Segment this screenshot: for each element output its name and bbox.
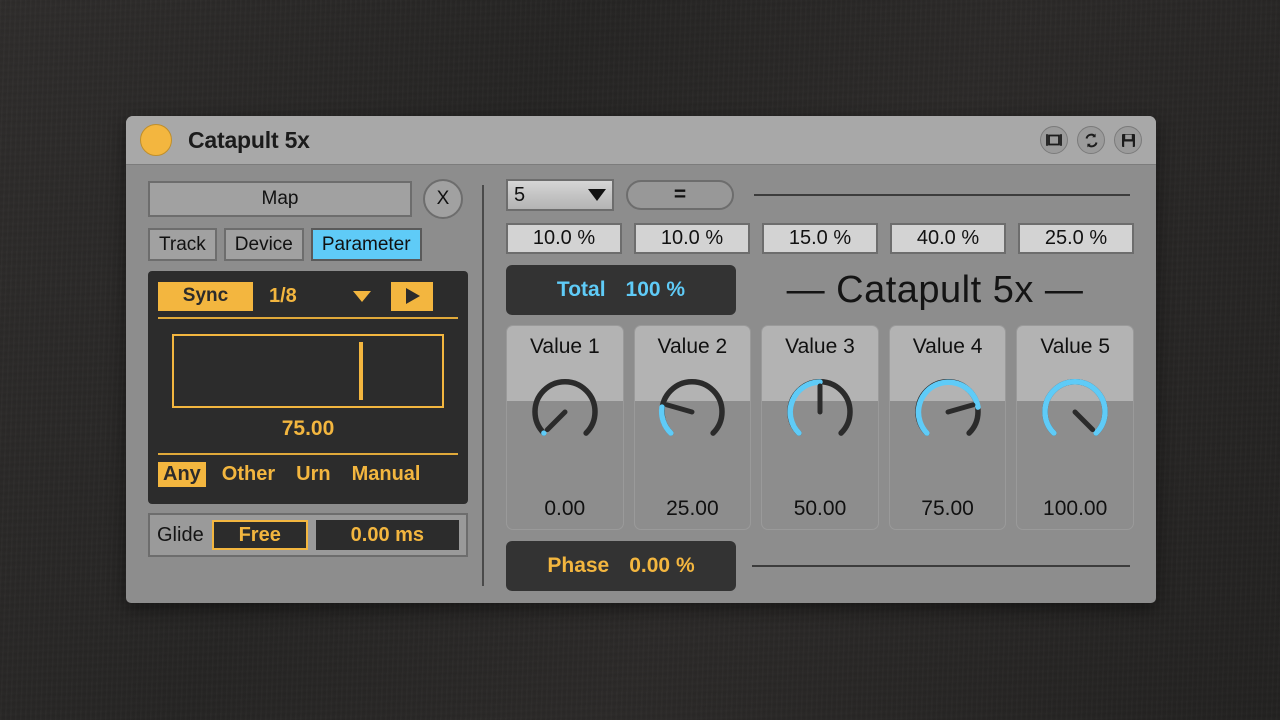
percent-field-4[interactable]: 40.0 % xyxy=(890,223,1006,254)
value-cell-4: Value 4 75.00 xyxy=(888,325,1007,530)
value-cell-2: Value 2 25.00 xyxy=(633,325,752,530)
value-cell-1: Value 1 0.00 xyxy=(506,325,624,530)
lfo-divider-bottom xyxy=(158,453,458,455)
sync-toggle[interactable]: Sync xyxy=(158,281,253,311)
value-knob-2[interactable] xyxy=(655,375,729,454)
phase-row: Phase 0.00 % xyxy=(506,541,1134,591)
step-count-value: 5 xyxy=(514,183,526,206)
value-number-4[interactable]: 75.00 xyxy=(890,497,1006,521)
mapping-target-buttons: Track Device Parameter xyxy=(148,228,482,261)
value-label-5: Value 5 xyxy=(1040,335,1110,358)
value-knob-4[interactable] xyxy=(911,375,985,454)
lfo-mode-manual[interactable]: Manual xyxy=(347,462,426,487)
percent-row: 10.0 % 10.0 % 15.0 % 40.0 % 25.0 % xyxy=(506,223,1134,254)
phase-rule xyxy=(752,565,1130,567)
glide-row: Glide Free 0.00 ms xyxy=(148,513,468,557)
value-number-2[interactable]: 25.00 xyxy=(635,497,751,521)
map-icon[interactable] xyxy=(1040,126,1068,154)
equalize-button[interactable]: = xyxy=(626,180,734,210)
lfo-phase-cursor xyxy=(358,342,363,400)
lfo-mode-row: Any Other Urn Manual xyxy=(158,462,458,487)
value-label-3: Value 3 xyxy=(785,335,855,358)
glide-label: Glide xyxy=(157,523,204,546)
value-knob-3[interactable] xyxy=(783,375,857,454)
glide-mode-button[interactable]: Free xyxy=(211,520,308,550)
value-knob-row: Value 1 0.00 Value 2 25.00 Value 3 50.00… xyxy=(506,325,1134,530)
device-title-bar: Catapult 5x xyxy=(126,116,1156,165)
lfo-sync-row: Sync 1/8 xyxy=(158,280,458,312)
total-row: Total 100 % — Catapult 5x — xyxy=(506,265,1134,315)
device-body: Map X Track Device Parameter Sync 1/8 75… xyxy=(126,165,1156,603)
chevron-down-icon[interactable] xyxy=(352,290,371,302)
map-row: Map X xyxy=(148,179,482,219)
glide-time-value[interactable]: 0.00 ms xyxy=(315,520,459,550)
value-label-4: Value 4 xyxy=(912,335,983,358)
lfo-mode-other[interactable]: Other xyxy=(217,462,280,487)
value-knob-5[interactable] xyxy=(1038,375,1112,454)
title-bar-icons xyxy=(1040,126,1142,154)
value-cell-5: Value 5 100.00 xyxy=(1016,325,1134,530)
lfo-waveform-display[interactable] xyxy=(172,334,444,408)
lfo-divider-top xyxy=(158,317,458,319)
target-button-device[interactable]: Device xyxy=(223,228,304,261)
lfo-rate-value[interactable]: 1/8 xyxy=(269,285,297,308)
phase-label: Phase xyxy=(547,554,610,577)
lfo-mode-urn[interactable]: Urn xyxy=(291,462,335,487)
percent-field-2[interactable]: 10.0 % xyxy=(634,223,750,254)
target-button-track[interactable]: Track xyxy=(148,228,217,261)
lfo-mode-any[interactable]: Any xyxy=(158,462,206,487)
value-number-5[interactable]: 100.00 xyxy=(1017,497,1133,521)
chevron-down-icon xyxy=(588,189,606,201)
value-cell-3: Value 3 50.00 xyxy=(761,325,879,530)
percent-field-1[interactable]: 10.0 % xyxy=(506,223,622,254)
total-label: Total xyxy=(556,278,606,301)
save-icon[interactable] xyxy=(1114,126,1142,154)
steps-row: 5 = xyxy=(506,179,1134,211)
percent-field-5[interactable]: 25.0 % xyxy=(1018,223,1134,254)
value-knob-1[interactable] xyxy=(528,375,602,454)
play-icon xyxy=(406,288,421,304)
clear-mapping-button[interactable]: X xyxy=(423,179,463,219)
brand-title: — Catapult 5x — xyxy=(786,268,1084,311)
total-value: 100 % xyxy=(625,278,686,301)
lfo-value[interactable]: 75.00 xyxy=(158,417,458,441)
percent-field-3[interactable]: 15.0 % xyxy=(762,223,878,254)
phase-value: 0.00 % xyxy=(629,554,695,577)
device-window: Catapult 5x Map X Track Device Parameter xyxy=(126,116,1156,603)
value-label-2: Value 2 xyxy=(657,335,728,358)
value-number-3[interactable]: 50.00 xyxy=(762,497,878,521)
refresh-icon[interactable] xyxy=(1077,126,1105,154)
value-number-1[interactable]: 0.00 xyxy=(507,497,623,521)
target-button-parameter[interactable]: Parameter xyxy=(310,228,422,261)
phase-display[interactable]: Phase 0.00 % xyxy=(506,541,736,591)
device-title: Catapult 5x xyxy=(188,126,310,153)
header-rule xyxy=(754,194,1130,196)
lfo-panel: Sync 1/8 75.00 Any Other Urn Manual xyxy=(148,271,468,504)
map-button[interactable]: Map xyxy=(148,181,412,217)
lfo-play-button[interactable] xyxy=(390,281,433,311)
total-display: Total 100 % xyxy=(506,265,736,315)
value-label-1: Value 1 xyxy=(529,335,600,358)
step-count-select[interactable]: 5 xyxy=(506,179,614,211)
left-panel: Map X Track Device Parameter Sync 1/8 75… xyxy=(126,165,482,603)
device-power-led[interactable] xyxy=(140,124,172,156)
right-panel: 5 = 10.0 % 10.0 % 15.0 % 40.0 % 25.0 % T… xyxy=(484,165,1156,603)
